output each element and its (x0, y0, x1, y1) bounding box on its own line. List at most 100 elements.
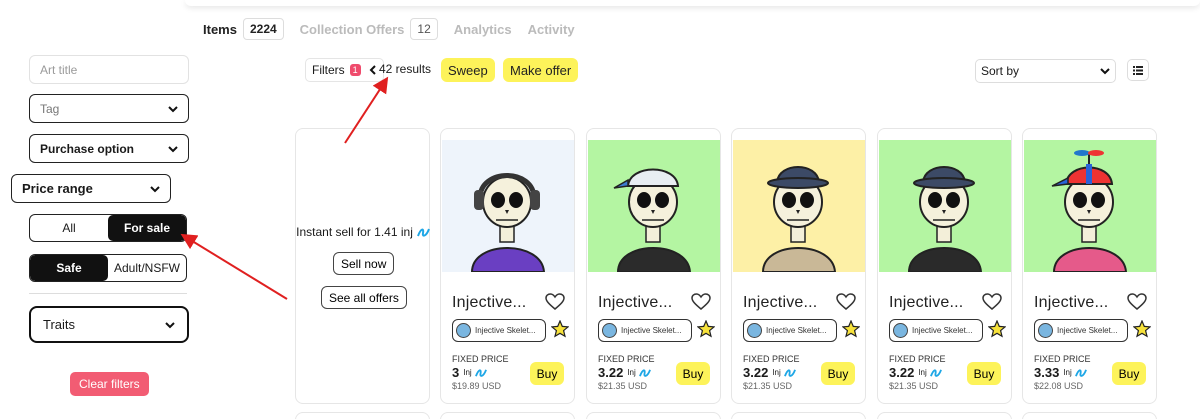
nft-card[interactable]: Injective... Injective Skelet... FIXED PRI… (731, 128, 866, 404)
price-unit: Inj (918, 368, 927, 377)
chevron-down-icon (150, 185, 160, 192)
price-value: 3.22 (743, 365, 769, 380)
tab-activity-label: Activity (527, 21, 575, 37)
nft-image[interactable] (1024, 140, 1156, 273)
nft-card[interactable]: Injective... Injective Skelet... FIXED PRI… (877, 128, 1012, 404)
price-unit: Inj (627, 368, 636, 377)
chevron-down-icon (168, 145, 178, 152)
heart-icon[interactable] (691, 293, 711, 311)
sell-now-button[interactable]: Sell now (333, 252, 395, 275)
sort-by-select[interactable]: Sort by (975, 59, 1116, 83)
buy-button[interactable]: Buy (530, 362, 564, 385)
fixed-price-label: FIXED PRICE (452, 354, 509, 364)
star-icon (988, 320, 1006, 338)
sweep-button[interactable]: Sweep (441, 58, 495, 82)
content-toggle-adult[interactable]: Adult/NSFW (108, 255, 186, 281)
collection-badge[interactable]: Injective Skelet... (1034, 319, 1128, 342)
price-row: 3.22 Inj (598, 365, 652, 380)
collection-avatar (747, 323, 762, 338)
collection-badge[interactable]: Injective Skelet... (889, 319, 983, 342)
nft-name[interactable]: Injective... (1034, 294, 1108, 312)
tab-activity[interactable]: Activity (528, 22, 575, 37)
nft-card[interactable]: Injective... Injective Skelet... FIXED PRI… (440, 128, 575, 404)
price-range-dropdown[interactable]: Price range (11, 174, 171, 203)
chevron-down-icon (165, 321, 175, 328)
content-toggle-safe[interactable]: Safe (30, 255, 108, 281)
injective-logo-icon (1074, 368, 1087, 377)
tag-dropdown[interactable]: Tag (29, 94, 189, 123)
collection-name: Injective Skelet... (621, 326, 682, 335)
purchase-option-dropdown[interactable]: Purchase option (29, 134, 189, 163)
filters-toggle-button[interactable]: Filters 1 (305, 58, 384, 82)
tab-analytics[interactable]: Analytics (454, 22, 512, 37)
list-icon (1133, 65, 1143, 75)
clear-filters-button[interactable]: Clear filters (70, 372, 149, 396)
see-all-offers-button[interactable]: See all offers (321, 286, 407, 309)
nft-card-row2 (586, 412, 721, 419)
fixed-price-label: FIXED PRICE (889, 354, 946, 364)
tab-items-label: Items (203, 21, 237, 37)
tab-collection-offers-count: 12 (410, 18, 438, 40)
nft-card[interactable]: Injective... Injective Skelet... FIXED PRI… (586, 128, 721, 404)
annotation-arrow-for-sale (180, 233, 288, 300)
star-icon (1133, 320, 1151, 338)
price-range-label: Price range (22, 181, 93, 196)
price-unit: Inj (463, 368, 472, 377)
content-toggle: Safe Adult/NSFW (29, 254, 187, 282)
nft-name[interactable]: Injective... (889, 294, 963, 312)
sort-by-label: Sort by (981, 64, 1020, 78)
star-icon (697, 320, 715, 338)
buy-button[interactable]: Buy (1112, 362, 1146, 385)
nft-name[interactable]: Injective... (743, 294, 817, 312)
collection-name: Injective Skelet... (766, 326, 827, 335)
list-view-button[interactable] (1127, 59, 1149, 81)
collection-avatar (456, 323, 471, 338)
collection-badge[interactable]: Injective Skelet... (452, 319, 546, 342)
purchase-option-label: Purchase option (40, 141, 135, 156)
art-title-input[interactable] (40, 62, 178, 77)
buy-button[interactable]: Buy (676, 362, 710, 385)
price-unit: Inj (1063, 368, 1072, 377)
heart-icon[interactable] (545, 293, 565, 311)
heart-icon[interactable] (1127, 293, 1147, 311)
nft-image[interactable] (588, 140, 720, 273)
fixed-price-label: FIXED PRICE (1034, 354, 1091, 364)
price-row: 3.22 Inj (889, 365, 943, 380)
star-icon (842, 320, 860, 338)
nft-card-row2 (1022, 412, 1157, 419)
collection-badge[interactable]: Injective Skelet... (743, 319, 837, 342)
collection-badge[interactable]: Injective Skelet... (598, 319, 692, 342)
nft-name[interactable]: Injective... (598, 294, 672, 312)
sale-toggle: All For sale (29, 214, 187, 242)
buy-button[interactable]: Buy (821, 362, 855, 385)
price-value: 3 (452, 365, 460, 380)
collection-name: Injective Skelet... (912, 326, 973, 335)
injective-logo-icon (474, 368, 487, 377)
nft-card[interactable]: Injective... Injective Skelet... FIXED PRI… (1022, 128, 1157, 404)
nft-name[interactable]: Injective... (452, 294, 526, 312)
heart-icon[interactable] (836, 293, 856, 311)
nft-image[interactable] (733, 140, 865, 273)
collection-name: Injective Skelet... (1057, 326, 1118, 335)
traits-dropdown[interactable]: Traits (29, 306, 189, 343)
heart-icon[interactable] (982, 293, 1002, 311)
injective-logo-icon (416, 228, 430, 237)
price-usd: $21.35 USD (743, 381, 793, 391)
tab-items[interactable]: Items 2224 (203, 18, 284, 40)
tab-collection-offers[interactable]: Collection Offers 12 (300, 18, 438, 40)
nft-image[interactable] (879, 140, 1011, 273)
collection-tabs: Items 2224 Collection Offers 12 Analytic… (203, 17, 591, 41)
make-offer-button[interactable]: Make offer (503, 58, 579, 82)
nft-card-row2 (295, 412, 430, 419)
star-icon (551, 320, 569, 338)
injective-logo-icon (929, 368, 942, 377)
sale-toggle-all[interactable]: All (30, 215, 108, 241)
collection-avatar (1038, 323, 1053, 338)
price-usd: $21.35 USD (598, 381, 648, 391)
injective-logo-icon (783, 368, 796, 377)
sale-toggle-for-sale[interactable]: For sale (108, 215, 186, 241)
nft-image[interactable] (442, 140, 574, 273)
filters-count-badge: 1 (349, 64, 361, 76)
price-usd: $22.08 USD (1034, 381, 1084, 391)
buy-button[interactable]: Buy (967, 362, 1001, 385)
